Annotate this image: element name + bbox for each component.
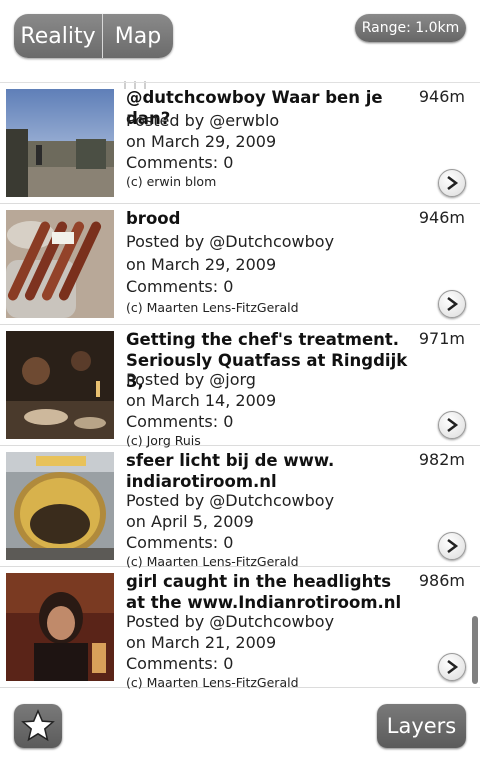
item-comments: Comments: 0 <box>126 654 234 673</box>
item-comments: Comments: 0 <box>126 153 234 172</box>
photo-thumbnail <box>6 89 114 197</box>
chevron-right-icon[interactable] <box>438 290 466 318</box>
item-title: brood <box>126 209 181 228</box>
list-item[interactable]: @dutchcowboy Waar ben je dan? 946m Poste… <box>0 83 480 204</box>
results-list[interactable]: @dutchcowboy Waar ben je dan? 946m Poste… <box>0 82 480 689</box>
item-distance: 982m <box>418 450 465 469</box>
list-item[interactable]: brood 946m Posted by @Dutchcowboy on Mar… <box>0 204 480 325</box>
photo-thumbnail <box>6 573 114 681</box>
view-toggle: Reality Map <box>14 14 173 58</box>
item-credit: (c) Maarten Lens-FitzGerald <box>126 300 299 315</box>
item-credit: (c) erwin blom <box>126 174 217 189</box>
item-credit: (c) Maarten Lens-FitzGerald <box>126 675 299 689</box>
item-date: on March 21, 2009 <box>126 633 277 652</box>
layers-button[interactable]: Layers <box>377 704 466 748</box>
item-comments: Comments: 0 <box>126 533 234 552</box>
scrollbar[interactable] <box>472 616 478 684</box>
item-poster: Posted by @Dutchcowboy <box>126 612 335 631</box>
item-date: on March 29, 2009 <box>126 255 277 274</box>
chevron-right-icon[interactable] <box>438 169 466 197</box>
chevron-right-icon[interactable] <box>438 653 466 681</box>
photo-thumbnail <box>6 452 114 560</box>
star-icon <box>21 709 55 742</box>
item-date: on March 14, 2009 <box>126 391 277 410</box>
item-distance: 946m <box>418 208 465 227</box>
item-date: on April 5, 2009 <box>126 512 254 531</box>
list-item[interactable]: girl caught in the headlights at the www… <box>0 567 480 689</box>
chevron-right-icon[interactable] <box>438 411 466 439</box>
item-distance: 971m <box>418 329 465 348</box>
drag-handle[interactable] <box>124 74 160 89</box>
item-title: sfeer licht bij de www. indiarotiroom.nl <box>126 451 335 491</box>
item-comments: Comments: 0 <box>126 277 234 296</box>
photo-thumbnail <box>6 210 114 318</box>
item-poster: Posted by @jorg <box>126 370 256 389</box>
item-distance: 986m <box>418 571 465 590</box>
item-comments: Comments: 0 <box>126 412 234 431</box>
item-date: on March 29, 2009 <box>126 132 277 151</box>
top-bar: Reality Map Range: 1.0km <box>0 0 480 89</box>
list-item[interactable]: sfeer licht bij de www. indiarotiroom.nl… <box>0 446 480 569</box>
item-poster: Posted by @Dutchcowboy <box>126 232 335 251</box>
favorites-button[interactable] <box>14 704 62 748</box>
reality-button[interactable]: Reality <box>14 14 103 58</box>
item-poster: Posted by @Dutchcowboy <box>126 491 335 510</box>
list-item[interactable]: Getting the chef's treatment. Seriously … <box>0 325 480 448</box>
map-button[interactable]: Map <box>103 14 173 58</box>
range-button[interactable]: Range: 1.0km <box>355 14 466 42</box>
item-title: girl caught in the headlights at the www… <box>126 572 402 612</box>
photo-thumbnail <box>6 331 114 439</box>
item-poster: Posted by @erwblo <box>126 111 280 130</box>
chevron-right-icon[interactable] <box>438 532 466 560</box>
item-distance: 946m <box>418 87 465 106</box>
